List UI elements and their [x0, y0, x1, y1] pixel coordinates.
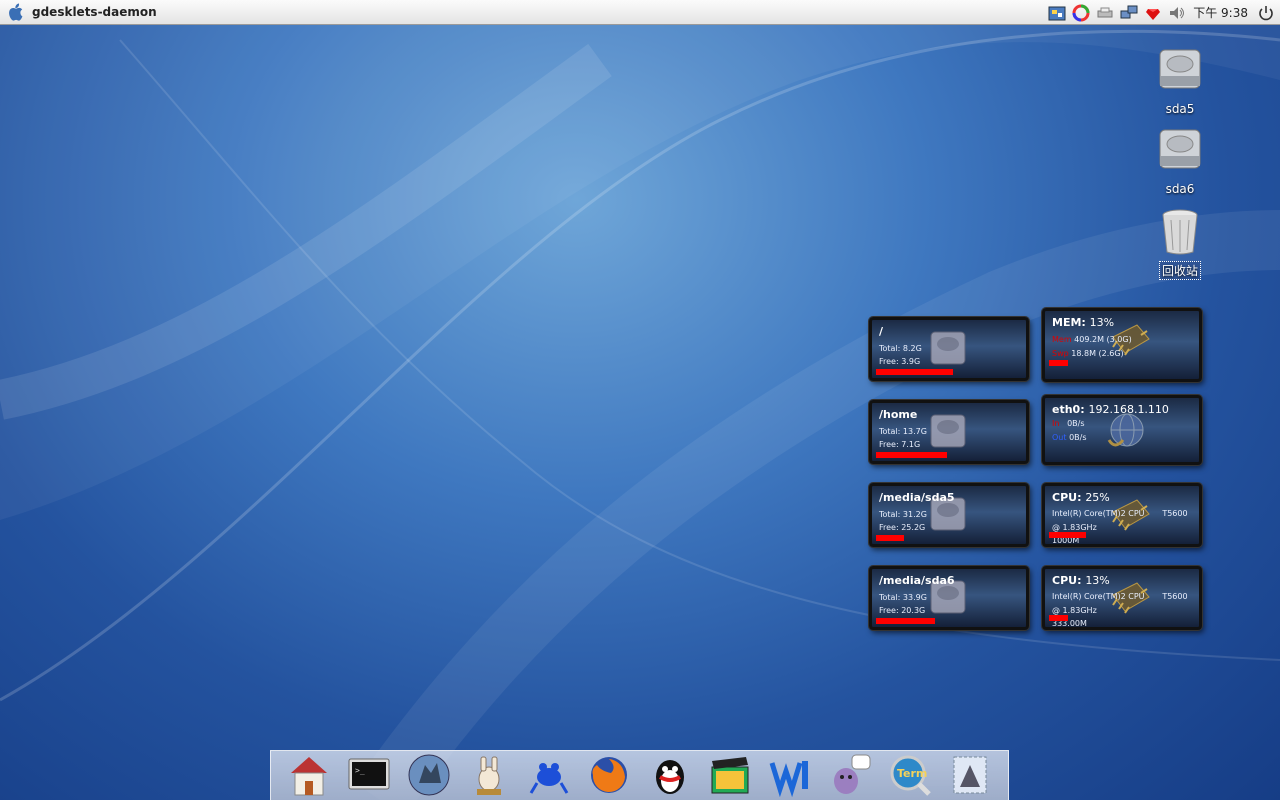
desktop-icon-label: sda5: [1165, 102, 1195, 116]
disk-total: Total: 13.7G: [879, 427, 927, 436]
terminal-icon: >_: [348, 758, 390, 790]
disk-total: Total: 8.2G: [879, 344, 922, 353]
mem-usage: Mem 409.2M (3.0G): [1052, 335, 1132, 344]
desktop-icon-label: sda6: [1165, 182, 1195, 196]
puzzle-applet-icon[interactable]: [1047, 4, 1067, 22]
network-icon[interactable]: [1119, 4, 1139, 22]
hard-drive-icon: [1159, 129, 1201, 169]
disk-mount-label: /media/sda5: [879, 491, 955, 504]
hard-drive-icon: [930, 331, 966, 365]
disk-total: Total: 31.2G: [879, 510, 927, 519]
desktop-icon-trash[interactable]: 回收站: [1150, 206, 1210, 280]
dock-item-terminal[interactable]: >_: [344, 750, 394, 800]
mem-usage-bar: [1049, 360, 1068, 366]
cpu-model: Intel(R) Core(TM)2 CPU T5600: [1052, 592, 1188, 601]
disk-usage-bar: [876, 535, 904, 541]
power-icon[interactable]: [1256, 4, 1276, 22]
memory-desklet[interactable]: MEM: 13% Mem 409.2M (3.0G) Swp 18.8M (2.…: [1042, 308, 1202, 382]
dock: >_ Term: [270, 750, 1009, 800]
cpu-speed: @ 1.83GHz: [1052, 606, 1097, 615]
hard-drive-icon: [1159, 49, 1201, 89]
hard-drive-icon: [930, 414, 966, 448]
dock-item-word[interactable]: [765, 750, 815, 800]
firefox-icon: [591, 757, 628, 793]
disk-mount-label: /: [879, 325, 884, 338]
dock-item-qq[interactable]: [645, 750, 695, 800]
disk-mount-label: /home: [879, 408, 918, 421]
cpu-model: Intel(R) Core(TM)2 CPU T5600: [1052, 509, 1188, 518]
dock-item-stamp[interactable]: [945, 750, 995, 800]
donkey-icon: [477, 756, 502, 795]
disk-mount-label: /media/sda6: [879, 574, 955, 587]
apple-menu-icon[interactable]: [4, 1, 26, 23]
dock-item-home[interactable]: [284, 750, 334, 800]
term-icon: Term: [890, 755, 931, 796]
disk-usage-bar: [876, 369, 953, 375]
pidgin-icon: [833, 754, 871, 794]
wolf-icon: [408, 754, 450, 796]
net-title: eth0: 192.168.1.110: [1052, 403, 1169, 416]
cpu-title: CPU: 25%: [1052, 491, 1110, 504]
disk-desklet-sda6[interactable]: /media/sda6 Total: 33.9G Free: 20.3G: [869, 566, 1029, 630]
net-in: In 0B/s: [1052, 419, 1085, 428]
qq-penguin-icon: [655, 760, 684, 794]
disk-desklet-home[interactable]: /home Total: 13.7G Free: 7.1G: [869, 400, 1029, 464]
system-tray: 下午 9:38: [1047, 0, 1280, 25]
cpu-percent: 13%: [1085, 574, 1110, 587]
active-app-title: gdesklets-daemon: [32, 5, 157, 19]
trash-icon: [1162, 209, 1198, 255]
cpu-title: CPU: 13%: [1052, 574, 1110, 587]
dock-item-frog[interactable]: [524, 750, 574, 800]
disk-usage-bar: [876, 618, 935, 624]
ruby-gem-icon[interactable]: [1143, 4, 1163, 22]
dock-item-term[interactable]: Term: [885, 750, 935, 800]
disk-free: Free: 3.9G: [879, 357, 921, 366]
dock-item-wolf[interactable]: [404, 750, 454, 800]
printer-icon[interactable]: [1095, 4, 1115, 22]
cpu-usage-bar: [1049, 532, 1086, 538]
ip-address: 192.168.1.110: [1088, 403, 1169, 416]
color-wheel-icon[interactable]: [1071, 4, 1091, 22]
disk-desklet-sda5[interactable]: /media/sda5 Total: 31.2G Free: 25.2G: [869, 483, 1029, 547]
mem-percent: 13%: [1089, 316, 1115, 329]
cpu-desklet-2[interactable]: CPU: 13% Intel(R) Core(TM)2 CPU T5600 @ …: [1042, 566, 1202, 630]
net-out: Out 0B/s: [1052, 433, 1087, 442]
movie-clapper-icon: [711, 757, 749, 794]
disk-desklet-root[interactable]: / Total: 8.2G Free: 3.9G: [869, 317, 1029, 381]
stamp-icon: [953, 756, 987, 794]
svg-text:>_: >_: [355, 766, 365, 775]
desktop-icon-sda5[interactable]: sda5: [1150, 46, 1210, 117]
frog-icon: [530, 763, 569, 794]
cpu-percent: 25%: [1085, 491, 1110, 504]
mem-title: MEM: 13%: [1052, 316, 1115, 329]
svg-text:Term: Term: [897, 767, 927, 780]
disk-free: Free: 20.3G: [879, 606, 926, 615]
desktop-icon-sda6[interactable]: sda6: [1150, 126, 1210, 197]
cpu-desklet-1[interactable]: CPU: 25% Intel(R) Core(TM)2 CPU T5600 @ …: [1042, 483, 1202, 547]
disk-total: Total: 33.9G: [879, 593, 927, 602]
disk-free: Free: 7.1G: [879, 440, 921, 449]
desktop-icon-label: 回收站: [1158, 261, 1201, 280]
dock-item-firefox[interactable]: [584, 750, 634, 800]
dock-item-movie[interactable]: [705, 750, 755, 800]
dock-item-pidgin[interactable]: [825, 750, 875, 800]
volume-icon[interactable]: [1167, 4, 1187, 22]
word-icon: [769, 761, 808, 797]
swap-usage: Swp 18.8M (2.6G): [1052, 349, 1124, 358]
globe-icon: [1107, 413, 1144, 447]
cpu-speed: @ 1.83GHz: [1052, 523, 1097, 532]
clock[interactable]: 下午 9:38: [1193, 4, 1248, 21]
top-panel: gdesklets-daemon 下午 9:38: [0, 0, 1280, 25]
disk-usage-bar: [876, 452, 947, 458]
disk-free: Free: 25.2G: [879, 523, 926, 532]
network-desklet[interactable]: eth0: 192.168.1.110 In 0B/s Out 0B/s: [1042, 395, 1202, 465]
dock-item-donkey[interactable]: [464, 750, 514, 800]
cpu-usage-bar: [1049, 615, 1068, 621]
home-icon: [291, 757, 328, 796]
